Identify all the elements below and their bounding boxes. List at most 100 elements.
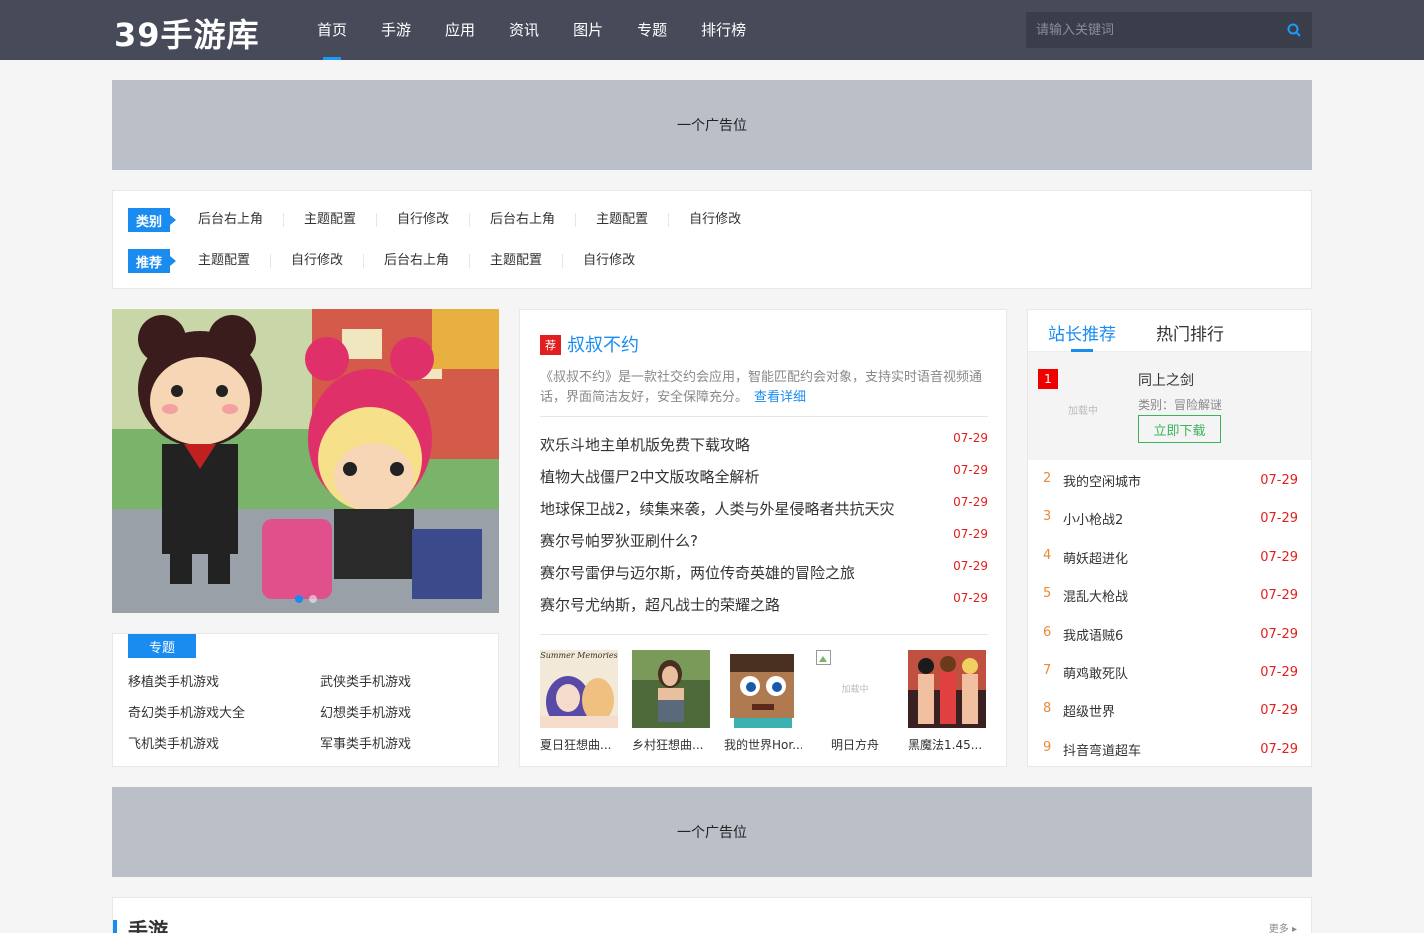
topic-link[interactable]: 奇幻类手机游戏大全	[128, 702, 245, 721]
news-title[interactable]: 赛尔号尤纳斯，超凡战士的荣耀之路	[540, 594, 780, 615]
news-item[interactable]: 地球保卫战2，续集来袭，人类与外星侵略者共抗天灾 07-29	[540, 495, 988, 520]
nav-images[interactable]: 图片	[556, 0, 620, 60]
ranking-item[interactable]: 6 我成语贼6 07-29	[1043, 625, 1298, 645]
rank-name[interactable]: 我的空闲城市	[1063, 471, 1141, 490]
rank-number: 1	[1038, 369, 1058, 389]
game-thumb-image	[632, 650, 710, 728]
game-thumb[interactable]: Summer Memories 夏日狂想曲...	[540, 650, 618, 753]
tab-hot-ranking[interactable]: 热门排行	[1156, 320, 1224, 345]
game-thumb[interactable]: 加载中 明日方舟	[816, 650, 894, 753]
search-input[interactable]	[1026, 12, 1276, 48]
news-item[interactable]: 赛尔号尤纳斯，超凡战士的荣耀之路 07-29	[540, 591, 988, 616]
nav-apps[interactable]: 应用	[428, 0, 492, 60]
game-thumb-name: 我的世界Hor...	[724, 738, 802, 752]
news-date: 07-29	[953, 431, 988, 445]
carousel-dot[interactable]	[308, 595, 317, 603]
game-thumb[interactable]: 我的世界Hor...	[724, 650, 802, 753]
rank-date: 07-29	[1260, 550, 1298, 565]
thumb-caption: Summer Memories	[540, 651, 617, 660]
ranking-item[interactable]: 4 萌妖超进化 07-29	[1043, 548, 1298, 568]
featured-more-link[interactable]: 查看详细	[754, 390, 806, 405]
game-thumb[interactable]: 乡村狂想曲...	[632, 650, 710, 753]
news-title[interactable]: 赛尔号帕罗狄亚刷什么?	[540, 530, 698, 551]
top-navbar: 39手游库 首页 手游 应用 资讯 图片 专题 排行榜	[0, 0, 1424, 60]
category-link[interactable]: 自行修改	[668, 213, 761, 227]
banner-carousel[interactable]	[112, 309, 499, 613]
nav-ranking[interactable]: 排行榜	[684, 0, 763, 60]
rank-number: 6	[1043, 625, 1052, 640]
rank-name[interactable]: 我成语贼6	[1063, 625, 1123, 644]
game-thumb[interactable]: 黑魔法1.45...	[908, 650, 986, 753]
nav-topics[interactable]: 专题	[620, 0, 684, 60]
rank-name[interactable]: 抖音弯道超车	[1063, 740, 1141, 759]
news-item[interactable]: 植物大战僵尸2中文版攻略全解析 07-29	[540, 463, 988, 488]
ranking-item[interactable]: 9 抖音弯道超车 07-29	[1043, 740, 1298, 760]
news-date: 07-29	[953, 591, 988, 605]
ranking-tabs: 站长推荐 热门排行	[1028, 310, 1311, 352]
filter-panel: 类别 后台右上角 主题配置 自行修改 后台右上角 主题配置 自行修改 推荐 主题…	[112, 190, 1312, 289]
section-title: 手游	[128, 918, 168, 933]
rank-number: 5	[1043, 586, 1052, 601]
news-date: 07-29	[953, 463, 988, 477]
ad-banner-top[interactable]: 一个广告位	[112, 80, 1312, 170]
news-panel: 荐 叔叔不约 《叔叔不约》是一款社交约会应用，智能匹配约会对象，支持实时语音视频…	[519, 309, 1007, 767]
rank-date: 07-29	[1260, 627, 1298, 642]
news-title[interactable]: 赛尔号雷伊与迈尔斯，两位传奇英雄的冒险之旅	[540, 562, 855, 583]
game-thumb-image	[908, 650, 986, 728]
recommend-link[interactable]: 主题配置	[198, 254, 270, 268]
game-thumb-name: 明日方舟	[830, 738, 879, 752]
recommend-link[interactable]: 自行修改	[270, 254, 363, 268]
site-logo[interactable]: 39手游库	[114, 10, 260, 56]
carousel-dot[interactable]	[294, 595, 303, 603]
rank-name[interactable]: 混乱大枪战	[1063, 586, 1128, 605]
recommend-link[interactable]: 后台右上角	[363, 254, 469, 268]
nav-news[interactable]: 资讯	[492, 0, 556, 60]
rank-number: 4	[1043, 548, 1052, 563]
ranking-item[interactable]: 3 小小枪战2 07-29	[1043, 509, 1298, 529]
rank-number: 2	[1043, 471, 1052, 486]
category-link[interactable]: 后台右上角	[469, 213, 575, 227]
news-title[interactable]: 地球保卫战2，续集来袭，人类与外星侵略者共抗天灾	[540, 498, 895, 519]
ranking-item[interactable]: 2 我的空闲城市 07-29	[1043, 471, 1298, 491]
news-item[interactable]: 欢乐斗地主单机版免费下载攻略 07-29	[540, 431, 988, 456]
category-link[interactable]: 主题配置	[575, 213, 668, 227]
chevron-right-icon: ▸	[1288, 924, 1297, 933]
rank-name[interactable]: 小小枪战2	[1063, 509, 1123, 528]
game-thumb-name: 黑魔法1.45...	[908, 738, 983, 752]
topic-link[interactable]: 武侠类手机游戏	[320, 671, 411, 690]
topic-link[interactable]: 幻想类手机游戏	[320, 702, 411, 721]
ranking-top-name[interactable]: 同上之剑	[1138, 370, 1194, 390]
search-button[interactable]	[1276, 12, 1312, 48]
ad-banner-bottom[interactable]: 一个广告位	[112, 787, 1312, 877]
ranking-top-item[interactable]: 1 加载中 同上之剑 类别：冒险解谜 立即下载	[1028, 352, 1311, 460]
featured-title[interactable]: 叔叔不约	[567, 331, 639, 357]
topic-link[interactable]: 军事类手机游戏	[320, 733, 411, 752]
section-more-link[interactable]: 更多 ▸	[1269, 920, 1297, 933]
category-link[interactable]: 主题配置	[283, 213, 376, 227]
news-item[interactable]: 赛尔号帕罗狄亚刷什么? 07-29	[540, 527, 988, 552]
nav-games[interactable]: 手游	[364, 0, 428, 60]
nav-home[interactable]: 首页	[300, 0, 364, 60]
rank-name[interactable]: 萌妖超进化	[1063, 548, 1128, 567]
rank-name[interactable]: 萌鸡敢死队	[1063, 663, 1128, 682]
rank-name[interactable]: 超级世界	[1063, 701, 1115, 720]
news-date: 07-29	[953, 527, 988, 541]
category-link[interactable]: 自行修改	[376, 213, 469, 227]
topic-link[interactable]: 移植类手机游戏	[128, 671, 219, 690]
category-link[interactable]: 后台右上角	[198, 213, 283, 227]
news-title[interactable]: 植物大战僵尸2中文版攻略全解析	[540, 466, 760, 487]
topic-link[interactable]: 飞机类手机游戏	[128, 733, 219, 752]
ranking-item[interactable]: 7 萌鸡敢死队 07-29	[1043, 663, 1298, 683]
recommend-link[interactable]: 自行修改	[562, 254, 655, 268]
recommend-link[interactable]: 主题配置	[469, 254, 562, 268]
news-title[interactable]: 欢乐斗地主单机版免费下载攻略	[540, 434, 750, 455]
rank-number: 9	[1043, 740, 1052, 755]
download-button[interactable]: 立即下载	[1138, 415, 1221, 443]
game-thumb-image: 加载中	[816, 650, 894, 728]
news-date: 07-29	[953, 495, 988, 509]
divider	[540, 634, 988, 635]
news-item[interactable]: 赛尔号雷伊与迈尔斯，两位传奇英雄的冒险之旅 07-29	[540, 559, 988, 584]
ranking-item[interactable]: 8 超级世界 07-29	[1043, 701, 1298, 721]
tab-editor-picks[interactable]: 站长推荐	[1048, 320, 1116, 352]
ranking-item[interactable]: 5 混乱大枪战 07-29	[1043, 586, 1298, 606]
